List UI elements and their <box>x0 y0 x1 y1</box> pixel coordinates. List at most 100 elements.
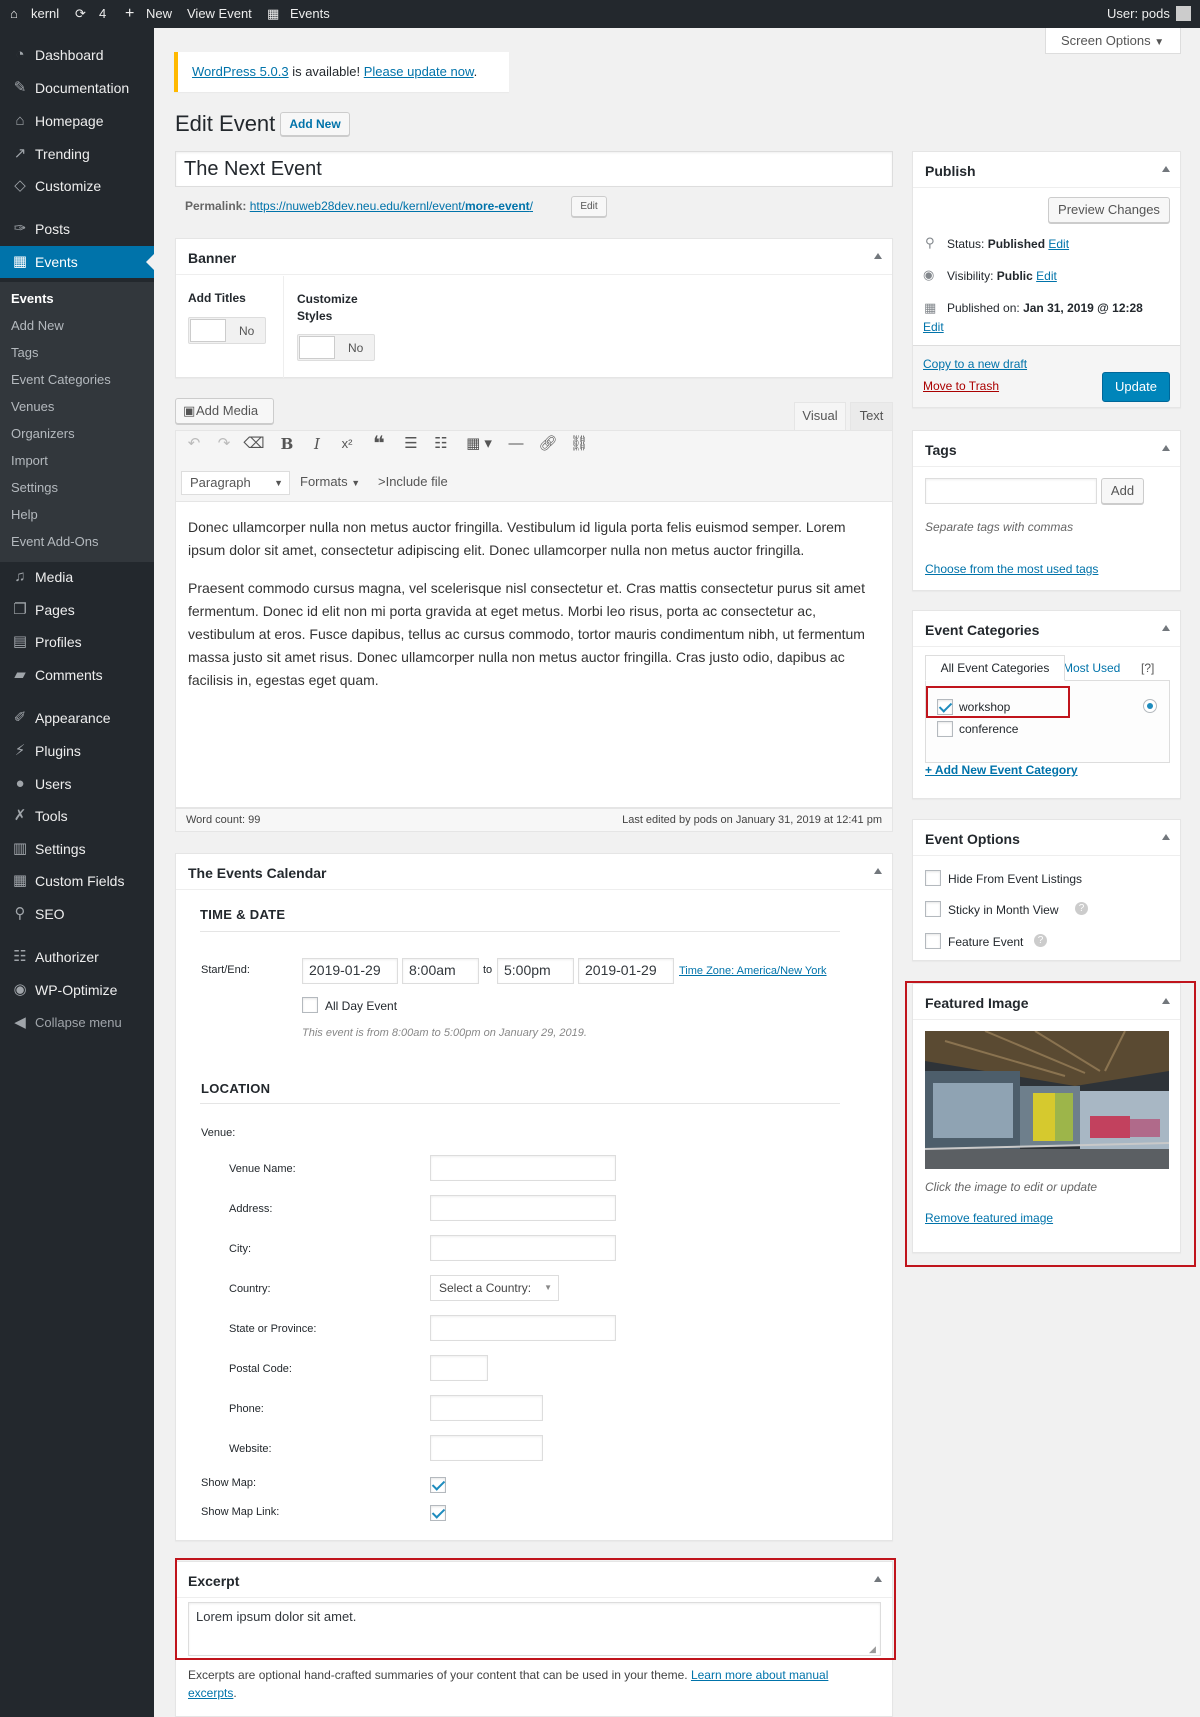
menu-users[interactable]: ● Users <box>0 768 154 800</box>
tab-visual[interactable]: Visual <box>794 402 846 430</box>
toggle-arrow-icon[interactable] <box>1162 625 1170 631</box>
submenu-import[interactable]: Import <box>11 453 48 468</box>
formats-dropdown[interactable]: Formats ▼ <box>300 474 360 489</box>
customize-styles-toggle[interactable]: No <box>297 334 375 361</box>
plus-icon[interactable]: + <box>125 0 134 28</box>
city-input[interactable] <box>430 1235 616 1261</box>
timezone-link[interactable]: Time Zone: America/New York <box>679 965 827 977</box>
choose-tags-link[interactable]: Choose from the most used tags <box>925 562 1098 576</box>
venue-name-input[interactable] <box>430 1155 616 1181</box>
menu-authorizer[interactable]: ☷ Authorizer <box>0 941 154 973</box>
menu-profiles[interactable]: ▤ Profiles <box>0 626 154 658</box>
submenu-help[interactable]: Help <box>11 507 38 522</box>
menu-seo[interactable]: ⚲ SEO <box>0 898 154 930</box>
menu-custom-fields[interactable]: ▦ Custom Fields <box>0 865 154 897</box>
tab-text[interactable]: Text <box>850 402 893 430</box>
help-icon[interactable]: ? <box>1034 934 1047 947</box>
menu-appearance[interactable]: ✐ Appearance <box>0 702 154 734</box>
home-icon[interactable]: ⌂ <box>10 0 18 28</box>
menu-events[interactable]: ▦ Events <box>0 246 154 278</box>
view-event-link[interactable]: View Event <box>187 0 252 28</box>
toggle-arrow-icon[interactable] <box>1162 834 1170 840</box>
tab-all-categories[interactable]: All Event Categories <box>925 655 1065 681</box>
help-link[interactable]: [?] <box>1141 661 1154 675</box>
toggle-arrow-icon[interactable] <box>1162 166 1170 172</box>
end-time-input[interactable]: 5:00pm <box>497 958 574 984</box>
permalink-edit-button[interactable]: Edit <box>571 196 607 217</box>
updates-count[interactable]: 4 <box>99 0 106 28</box>
submenu-event-add-ons[interactable]: Event Add-Ons <box>11 534 98 549</box>
state-input[interactable] <box>430 1315 616 1341</box>
undo-icon[interactable]: ↶ <box>183 433 205 455</box>
include-file-button[interactable]: >Include file <box>378 474 448 489</box>
post-title-input[interactable]: The Next Event <box>175 151 893 187</box>
start-date-input[interactable]: 2019-01-29 <box>302 958 398 984</box>
preview-changes-button[interactable]: Preview Changes <box>1048 197 1170 223</box>
bold-icon[interactable]: B <box>276 433 298 455</box>
menu-tools[interactable]: ✗ Tools <box>0 800 154 832</box>
screen-options-button[interactable]: Screen Options ▼ <box>1045 28 1181 54</box>
toggle-arrow-icon[interactable] <box>1162 445 1170 451</box>
toggle-arrow-icon[interactable] <box>874 868 882 874</box>
menu-media[interactable]: ♫ Media <box>0 561 154 593</box>
numbered-list-icon[interactable]: ☷ <box>430 433 452 455</box>
menu-customize[interactable]: ◇ Customize <box>0 170 154 202</box>
menu-settings[interactable]: ▥ Settings <box>0 833 154 865</box>
add-media-button[interactable]: ▣ Add Media <box>175 398 274 424</box>
updates-icon[interactable]: ⟳ <box>75 0 86 28</box>
start-time-input[interactable]: 8:00am <box>402 958 479 984</box>
country-select[interactable]: Select a Country: ▼ <box>430 1275 559 1301</box>
menu-trending[interactable]: ↗ Trending <box>0 138 154 170</box>
italic-icon[interactable]: I <box>306 433 328 455</box>
table-icon[interactable]: ▦ ▾ <box>462 433 496 455</box>
add-tag-button[interactable]: Add <box>1101 478 1144 504</box>
submenu-add-new[interactable]: Add New <box>11 318 64 333</box>
submenu-settings[interactable]: Settings <box>11 480 58 495</box>
website-input[interactable] <box>430 1435 543 1461</box>
menu-documentation[interactable]: ✎ Documentation <box>0 72 154 104</box>
show-map-link-checkbox[interactable] <box>430 1505 446 1521</box>
help-icon[interactable]: ? <box>1075 902 1088 915</box>
permalink-url[interactable]: https://nuweb28dev.neu.edu/kernl/event/m… <box>250 199 533 213</box>
visibility-edit-link[interactable]: Edit <box>1036 269 1057 283</box>
new-link[interactable]: New <box>146 0 172 28</box>
toggle-arrow-icon[interactable] <box>874 253 882 259</box>
all-day-checkbox[interactable] <box>302 997 318 1013</box>
superscript-icon[interactable]: x² <box>336 433 358 455</box>
menu-comments[interactable]: ▰ Comments <box>0 659 154 691</box>
update-button[interactable]: Update <box>1102 372 1170 402</box>
blockquote-icon[interactable]: ❝ <box>368 433 390 455</box>
site-name-link[interactable]: kernl <box>31 0 59 28</box>
wordpress-version-link[interactable]: WordPress 5.0.3 <box>192 64 289 79</box>
conference-checkbox[interactable] <box>937 721 953 737</box>
link-icon[interactable]: 🔗︎ <box>537 433 559 455</box>
submenu-event-categories[interactable]: Event Categories <box>11 372 111 387</box>
update-now-link[interactable]: Please update now <box>364 64 474 79</box>
phone-input[interactable] <box>430 1395 543 1421</box>
user-link[interactable]: User: pods <box>1107 0 1170 28</box>
editor-content[interactable]: Donec ullamcorper nulla non metus auctor… <box>175 502 893 808</box>
bullet-list-icon[interactable]: ☰ <box>400 433 422 455</box>
eraser-icon[interactable]: ⌫ <box>243 433 265 455</box>
redo-icon[interactable]: ↷ <box>213 433 235 455</box>
menu-dashboard[interactable]: ◔ Dashboard <box>0 39 154 71</box>
add-new-category-link[interactable]: + Add New Event Category <box>925 763 1078 777</box>
end-date-input[interactable]: 2019-01-29 <box>578 958 674 984</box>
feature-event-checkbox[interactable] <box>925 933 941 949</box>
add-titles-toggle[interactable]: No <box>188 317 266 344</box>
paragraph-select[interactable]: Paragraph ▼ <box>181 471 290 495</box>
submenu-venues[interactable]: Venues <box>11 399 54 414</box>
address-input[interactable] <box>430 1195 616 1221</box>
show-map-checkbox[interactable] <box>430 1477 446 1493</box>
hide-from-listings-checkbox[interactable] <box>925 870 941 886</box>
menu-wp-optimize[interactable]: ◉ WP-Optimize <box>0 974 154 1006</box>
published-edit-link[interactable]: Edit <box>923 320 944 334</box>
submenu-events[interactable]: Events <box>11 291 54 306</box>
tab-most-used[interactable]: Most Used <box>1063 661 1120 675</box>
submenu-organizers[interactable]: Organizers <box>11 426 75 441</box>
tags-input[interactable] <box>925 478 1097 504</box>
submenu-tags[interactable]: Tags <box>11 345 38 360</box>
menu-pages[interactable]: ❐ Pages <box>0 594 154 626</box>
primary-category-radio[interactable] <box>1143 699 1157 713</box>
unlink-icon[interactable]: ⛓︎ <box>568 433 590 455</box>
